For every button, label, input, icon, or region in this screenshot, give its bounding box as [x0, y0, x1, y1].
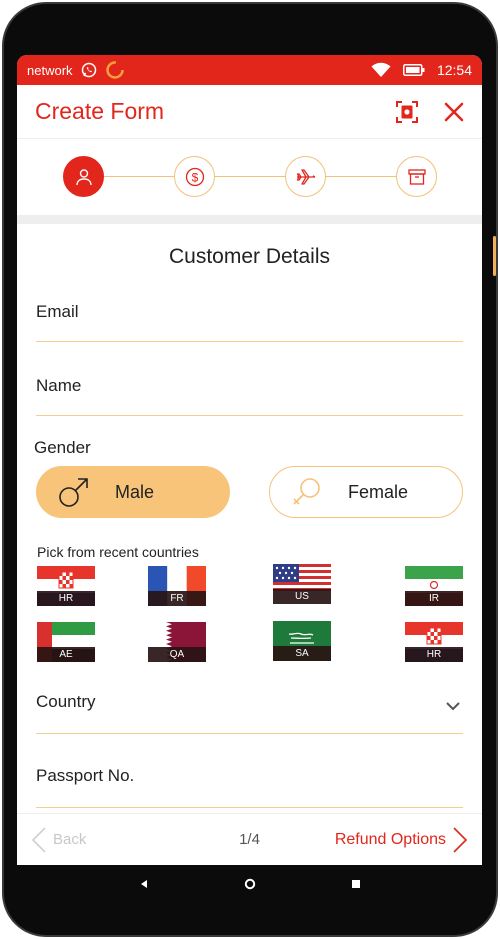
- nav-recents-icon[interactable]: [351, 879, 361, 889]
- airplane-icon: [295, 166, 317, 188]
- wifi-icon: [371, 62, 391, 78]
- country-select[interactable]: Country: [36, 692, 463, 734]
- app-header: Create Form: [17, 85, 482, 139]
- step-payment[interactable]: $: [174, 156, 215, 197]
- system-nav-bar: [92, 866, 408, 901]
- back-button[interactable]: Back: [31, 826, 86, 854]
- flag-code: FR: [148, 591, 206, 606]
- battery-icon: [402, 64, 425, 76]
- flag-code: HR: [405, 647, 463, 662]
- gender-male-button[interactable]: Male: [36, 466, 230, 518]
- flag-code: HR: [37, 591, 95, 606]
- carrier-label: network: [27, 62, 73, 78]
- nav-back-icon[interactable]: [139, 879, 149, 889]
- email-field[interactable]: Email: [36, 302, 463, 342]
- next-label: Refund Options: [334, 830, 446, 848]
- status-bar: network 12:54: [17, 55, 482, 85]
- recent-countries-label: Pick from recent countries: [37, 544, 199, 560]
- chevron-down-icon[interactable]: [445, 698, 461, 714]
- passport-label: Passport No.: [36, 766, 135, 785]
- gender-male-label: Male: [115, 481, 155, 502]
- flag-code: SA: [273, 646, 331, 661]
- flag-code: QA: [148, 647, 206, 662]
- passport-field[interactable]: Passport No.: [36, 766, 463, 808]
- gender-selector: Male Female: [36, 466, 463, 518]
- gender-female-label: Female: [348, 481, 409, 502]
- female-symbol-icon: [290, 475, 324, 509]
- next-button[interactable]: Refund Options: [335, 826, 468, 854]
- page-title: Create Form: [35, 98, 165, 124]
- flag-iran[interactable]: IR: [405, 566, 463, 606]
- step-archive[interactable]: [396, 156, 437, 197]
- dollar-icon: $: [185, 167, 205, 187]
- form-footer: Back 1/4 Refund Options: [17, 813, 482, 865]
- flag-croatia[interactable]: HR: [37, 566, 95, 606]
- section-divider: [17, 215, 482, 224]
- scan-icon[interactable]: [396, 100, 418, 123]
- stepper-line: [84, 176, 415, 177]
- flag-code: AE: [37, 647, 95, 662]
- flag-qatar[interactable]: QA: [148, 622, 206, 662]
- flag-france[interactable]: FR: [148, 566, 206, 606]
- gender-label: Gender: [34, 438, 91, 457]
- whatsapp-icon: [81, 62, 97, 78]
- name-field[interactable]: Name: [36, 376, 463, 416]
- flag-code: IR: [405, 591, 463, 606]
- svg-text:$: $: [191, 170, 198, 184]
- country-label: Country: [36, 692, 96, 711]
- back-label: Back: [53, 831, 87, 848]
- close-icon[interactable]: [444, 102, 464, 122]
- archive-box-icon: [407, 167, 427, 187]
- chevron-right-icon: [452, 826, 468, 854]
- app-screen: network 12:54 Create Form $ Customer Det…: [17, 55, 482, 865]
- flag-usa[interactable]: US: [273, 564, 331, 604]
- gender-female-button[interactable]: Female: [269, 466, 463, 518]
- person-icon: [75, 168, 93, 186]
- flag-saudi-arabia[interactable]: SA: [273, 621, 331, 661]
- flag-croatia[interactable]: HR: [405, 622, 463, 662]
- nav-home-icon[interactable]: [244, 878, 256, 890]
- section-title: Customer Details: [168, 245, 331, 268]
- progress-stepper: $: [17, 139, 482, 215]
- chevron-left-icon: [31, 826, 47, 854]
- email-label: Email: [36, 302, 79, 321]
- loading-ring-icon: [105, 60, 125, 80]
- step-travel[interactable]: [285, 156, 326, 197]
- name-label: Name: [36, 376, 82, 395]
- flag-code: US: [273, 589, 331, 604]
- side-button: [493, 236, 496, 276]
- clock: 12:54: [436, 62, 472, 78]
- step-customer[interactable]: [63, 156, 104, 197]
- flag-uae[interactable]: AE: [37, 622, 95, 662]
- male-symbol-icon: [57, 475, 91, 509]
- recent-countries-grid: HR FR US IR AE QA SA HR: [17, 564, 482, 678]
